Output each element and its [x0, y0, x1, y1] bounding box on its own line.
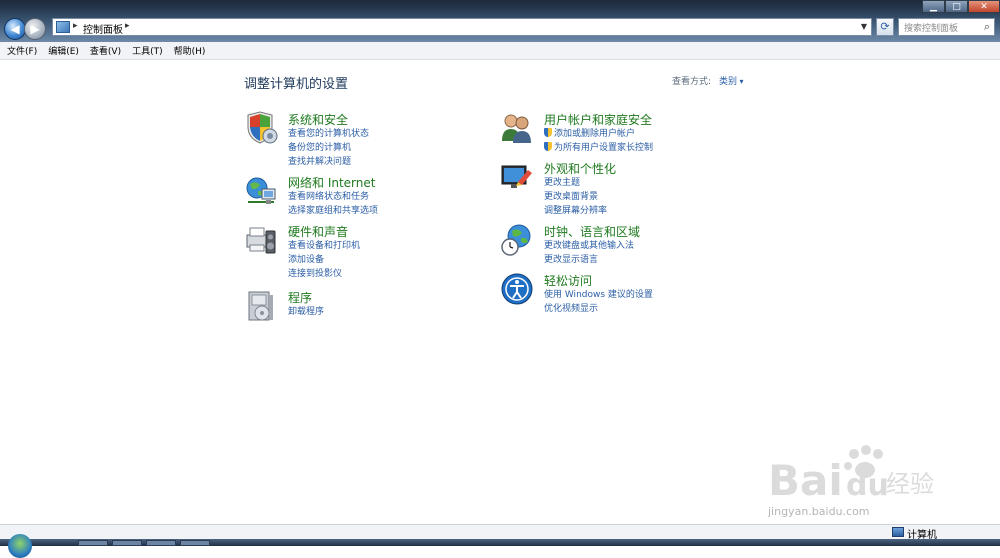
taskbar-item[interactable] [78, 540, 108, 546]
menu-tools[interactable]: 工具(T) [132, 44, 163, 57]
category-heading[interactable]: 系统和安全 [288, 111, 348, 128]
breadcrumb-separator-icon[interactable]: ▸ [73, 21, 78, 31]
svg-text:经验: 经验 [886, 470, 934, 498]
refresh-button[interactable]: ⟳ [876, 18, 894, 36]
link-add-device[interactable]: 添加设备 [288, 253, 360, 267]
link-screen-resolution[interactable]: 调整屏幕分辨率 [544, 204, 607, 218]
uac-shield-icon [544, 128, 552, 137]
link-connect-projector[interactable]: 连接到投影仪 [288, 267, 360, 281]
breadcrumb-control-panel[interactable]: 控制面板 [83, 21, 123, 36]
link-change-theme[interactable]: 更改主题 [544, 176, 607, 190]
uac-shield-icon [544, 142, 552, 151]
link-parental-controls-label: 为所有用户设置家长控制 [554, 143, 654, 153]
globe-clock-icon[interactable] [500, 223, 534, 257]
link-parental-controls[interactable]: 为所有用户设置家长控制 [544, 141, 653, 155]
programs-box-icon[interactable] [244, 289, 278, 323]
search-placeholder: 搜索控制面板 [904, 24, 959, 34]
menu-edit[interactable]: 编辑(E) [48, 44, 79, 57]
menu-view[interactable]: 查看(V) [90, 44, 121, 57]
link-troubleshoot[interactable]: 查找并解决问题 [288, 155, 369, 169]
category-heading[interactable]: 网络和 Internet [288, 174, 375, 191]
category-heading[interactable]: 时钟、语言和区域 [544, 223, 640, 240]
category-heading[interactable]: 程序 [288, 289, 312, 306]
page-title: 调整计算机的设置 [244, 77, 349, 92]
search-input[interactable]: 搜索控制面板 ⌕ [898, 18, 995, 36]
close-button[interactable]: ✕ [968, 0, 1000, 13]
view-by-dropdown[interactable]: 类别 [719, 74, 744, 87]
monitor-paint-icon[interactable] [500, 160, 534, 194]
window-controls: ▁ □ ✕ [922, 0, 1000, 13]
control-panel-icon [56, 21, 70, 33]
link-add-remove-accounts-label: 添加或删除用户帐户 [554, 129, 636, 139]
link-add-remove-accounts[interactable]: 添加或删除用户帐户 [544, 127, 653, 141]
link-network-status[interactable]: 查看网络状态和任务 [288, 190, 378, 204]
ease-of-access-icon[interactable] [500, 272, 534, 306]
link-uninstall-program[interactable]: 卸载程序 [288, 305, 324, 319]
menu-bar: 文件(F) 编辑(E) 查看(V) 工具(T) 帮助(H) [0, 42, 1000, 60]
printer-speaker-icon[interactable] [244, 223, 278, 257]
link-homegroup-sharing[interactable]: 选择家庭组和共享选项 [288, 204, 378, 218]
link-view-computer-status[interactable]: 查看您的计算机状态 [288, 127, 369, 141]
link-change-keyboard[interactable]: 更改键盘或其他输入法 [544, 239, 634, 253]
link-optimize-display[interactable]: 优化视频显示 [544, 302, 653, 316]
link-change-background[interactable]: 更改桌面背景 [544, 190, 607, 204]
watermark-url: jingyan.baidu.com [768, 505, 870, 518]
view-by-label: 查看方式: [672, 77, 712, 87]
search-icon[interactable]: ⌕ [984, 20, 990, 34]
network-globe-icon[interactable] [244, 174, 278, 208]
status-bar: 计算机 [0, 524, 1000, 541]
link-backup-computer[interactable]: 备份您的计算机 [288, 141, 369, 155]
menu-help[interactable]: 帮助(H) [174, 44, 206, 57]
start-orb-icon[interactable] [8, 534, 32, 558]
forward-button[interactable]: ▶ [24, 18, 46, 40]
computer-icon [892, 527, 904, 537]
breadcrumb-chevron-icon[interactable]: ▸ [125, 21, 130, 31]
taskbar-item[interactable] [112, 540, 142, 546]
link-display-language[interactable]: 更改显示语言 [544, 253, 634, 267]
category-heading[interactable]: 用户帐户和家庭安全 [544, 111, 652, 128]
maximize-button[interactable]: □ [945, 0, 968, 13]
category-heading[interactable]: 外观和个性化 [544, 160, 616, 177]
minimize-button[interactable]: ▁ [922, 0, 945, 13]
svg-text:du: du [846, 468, 889, 503]
shield-computer-icon[interactable] [244, 111, 278, 145]
category-heading[interactable]: 硬件和声音 [288, 223, 348, 240]
title-bar: ◀ ▶ ▸ 控制面板 ▸ ▼ ⟳ 搜索控制面板 ⌕ ▁ □ ✕ [0, 0, 1000, 42]
address-bar[interactable]: ▸ 控制面板 ▸ ▼ [52, 18, 872, 36]
link-windows-suggested[interactable]: 使用 Windows 建议的设置 [544, 288, 653, 302]
link-devices-printers[interactable]: 查看设备和打印机 [288, 239, 360, 253]
back-button[interactable]: ◀ [4, 18, 26, 40]
users-icon[interactable] [500, 111, 534, 145]
svg-text:Bai: Bai [768, 456, 843, 505]
taskbar-item[interactable] [180, 540, 210, 546]
address-dropdown-icon[interactable]: ▼ [861, 22, 867, 31]
menu-file[interactable]: 文件(F) [7, 44, 37, 57]
category-heading[interactable]: 轻松访问 [544, 272, 592, 289]
taskbar-item[interactable] [146, 540, 176, 546]
